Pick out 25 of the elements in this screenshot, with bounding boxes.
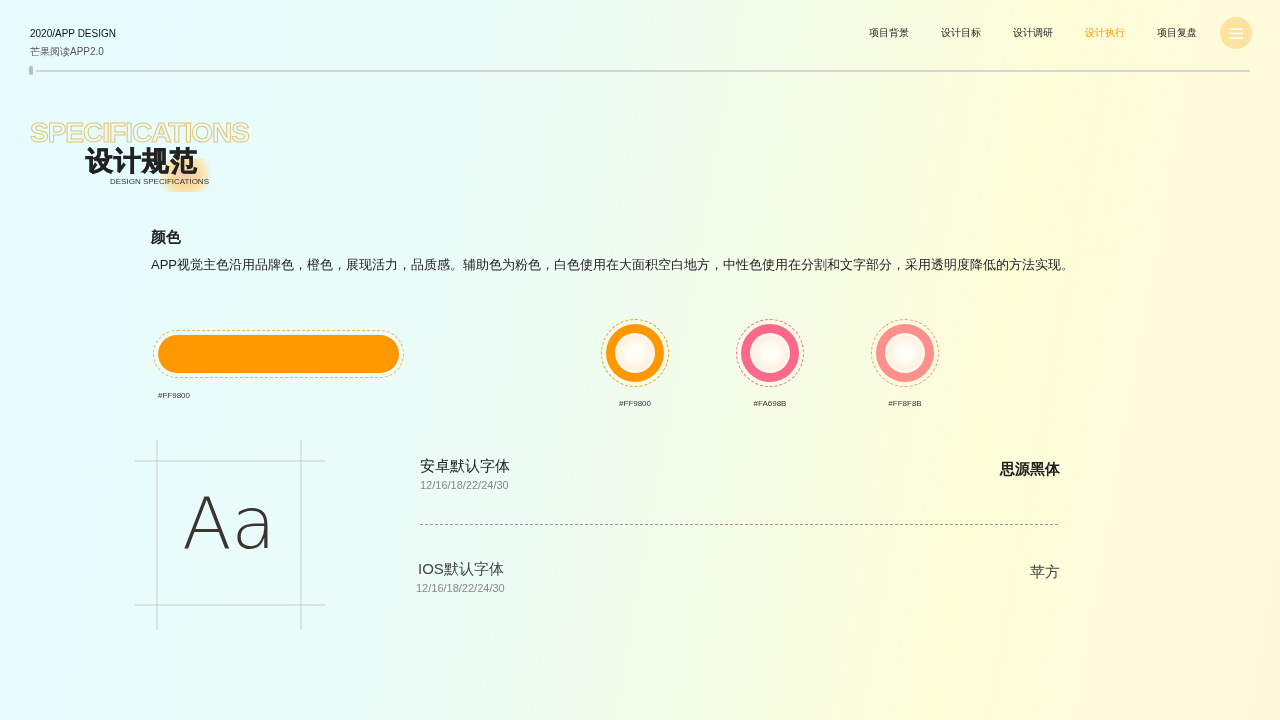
font-sizes: 12/16/18/22/24/30 (416, 581, 505, 595)
nav-link[interactable]: 项目复盘 (1157, 25, 1197, 41)
header-title: 2020/APP DESIGN (30, 27, 116, 40)
font-name: 苹方 (1030, 562, 1060, 582)
section-title: 设计规范 (86, 146, 198, 176)
menu-button[interactable] (1220, 17, 1252, 49)
font-name: 思源黑体 (1000, 459, 1060, 479)
font-sizes: 12/16/18/22/24/30 (420, 478, 509, 492)
header-subtitle: 芒果阅读APP2.0 (30, 45, 105, 58)
outline-heading: SPECIFICATIONS (30, 121, 249, 145)
colors-description: APP视觉主色沿用品牌色，橙色，展现活力，品质感。辅助色为粉色，白色使用在大面积空白地方，中性色使用在分割和文字部分，采用透明度降低的方法实现。 (151, 256, 1074, 274)
colors-heading: 颜色 (151, 227, 181, 247)
font-platform: IOS默认字体 (418, 559, 504, 579)
color-code: #FF8F8B (887, 399, 923, 409)
nav-link[interactable]: 项目背景 (869, 25, 909, 41)
font-platform: 安卓默认字体 (420, 456, 510, 476)
color-code: #FF9800 (158, 391, 191, 401)
menu-icon (1229, 27, 1243, 39)
progress-marker (29, 66, 33, 75)
section-subtitle: DESIGN SPECIFICATIONS (110, 177, 209, 187)
nav-link[interactable]: 设计调研 (1013, 25, 1053, 41)
color-code: #FA698B (752, 399, 788, 409)
color-code: #FF9800 (618, 399, 652, 409)
nav-link[interactable]: 设计目标 (941, 25, 981, 41)
font-sample: Aa (181, 480, 277, 567)
